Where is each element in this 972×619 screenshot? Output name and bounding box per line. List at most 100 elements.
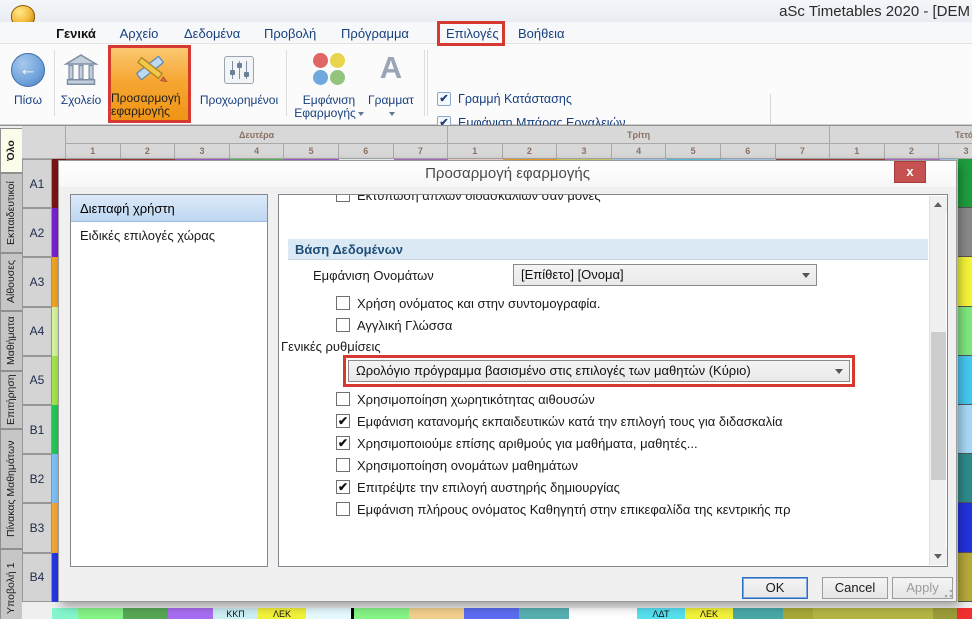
- timetable-cell[interactable]: [958, 553, 972, 602]
- day-header-Δευτέρα[interactable]: Δευτέρα: [66, 126, 448, 144]
- period-header[interactable]: 3: [557, 144, 612, 159]
- timetable-cell[interactable]: [123, 608, 168, 619]
- row-label-B2[interactable]: B2: [22, 454, 52, 503]
- period-header[interactable]: 5: [666, 144, 721, 159]
- timetable-cell[interactable]: [958, 454, 972, 503]
- separator: [286, 50, 287, 116]
- timetable-cell[interactable]: [52, 608, 78, 619]
- scrollbar[interactable]: [929, 196, 946, 565]
- timetable-cell[interactable]: [958, 503, 972, 552]
- row-label-B4[interactable]: B4: [22, 553, 52, 602]
- period-header[interactable]: 6: [721, 144, 776, 159]
- checkbox[interactable]: [336, 392, 350, 406]
- timetable-cell[interactable]: ΛΔΤ: [637, 608, 685, 619]
- period-header[interactable]: 6: [339, 144, 394, 159]
- row-label-A2[interactable]: A2: [22, 208, 52, 257]
- timetable-cell[interactable]: [783, 608, 813, 619]
- timetable-cell[interactable]: [733, 608, 783, 619]
- sidebar-tab-Όλο[interactable]: Όλο: [0, 128, 22, 173]
- day-header-Τετάρτη[interactable]: Τετάρτη: [830, 126, 972, 144]
- checkbox[interactable]: ✔: [336, 480, 350, 494]
- menu-item-Προβολή[interactable]: Προβολή: [258, 24, 318, 43]
- period-header[interactable]: 2: [503, 144, 558, 159]
- checkbox[interactable]: [336, 194, 350, 202]
- day-header-Τρίτη[interactable]: Τρίτη: [448, 126, 830, 144]
- row-label-A3[interactable]: A3: [22, 257, 52, 306]
- scroll-down-icon[interactable]: [930, 548, 947, 565]
- menu-item-Δεδομένα[interactable]: Δεδομένα: [178, 24, 244, 43]
- sidebar-tab-Εκπαιδευτικοί[interactable]: Εκπαιδευτικοί: [0, 173, 22, 253]
- ok-button[interactable]: OK: [742, 577, 808, 599]
- checkbox[interactable]: ✔: [437, 92, 451, 106]
- timetable-cell[interactable]: [958, 405, 972, 454]
- period-header[interactable]: 1: [448, 144, 503, 159]
- row-label-B1[interactable]: B1: [22, 405, 52, 454]
- row-label-A5[interactable]: A5: [22, 356, 52, 405]
- period-header[interactable]: 1: [66, 144, 121, 159]
- sidebar-tab-Υποβολή 1[interactable]: Υποβολή 1: [0, 549, 22, 619]
- timetable-cell[interactable]: [958, 257, 972, 306]
- timetable-cell[interactable]: ΛΕΚ: [685, 608, 733, 619]
- timetable-cell[interactable]: [78, 608, 123, 619]
- timetable-cell[interactable]: [306, 608, 351, 619]
- timetable-cell[interactable]: [957, 608, 972, 619]
- timetable-cell[interactable]: [168, 608, 213, 619]
- dialog-category-item[interactable]: Ειδικές επιλογές χώρας: [71, 222, 267, 249]
- timetable-cell[interactable]: [958, 208, 972, 257]
- timetable-cell[interactable]: [569, 608, 637, 619]
- timetable-cell[interactable]: [813, 608, 933, 619]
- checkbox[interactable]: [336, 318, 350, 332]
- back-button[interactable]: ← Πίσω: [6, 47, 50, 121]
- period-header[interactable]: 7: [394, 144, 449, 159]
- school-button[interactable]: Σχολείο: [56, 47, 106, 121]
- menu-item-Βοήθεια[interactable]: Βοήθεια: [512, 24, 568, 43]
- checkbox[interactable]: [336, 296, 350, 310]
- sidebar-tab-Επιτήρηση[interactable]: Επιτήρηση: [0, 371, 22, 429]
- dialog-category-list[interactable]: Διεπαφή χρήστηΕιδικές επιλογές χώρας: [70, 194, 268, 567]
- timetable-cell[interactable]: [958, 307, 972, 356]
- dialog-title-bar[interactable]: Προσαρμογή εφαρμογής x: [59, 161, 956, 187]
- scrollbar-thumb[interactable]: [931, 332, 946, 480]
- scroll-up-icon[interactable]: [930, 196, 947, 213]
- menu-item-Γενικά[interactable]: Γενικά: [50, 24, 102, 43]
- period-header[interactable]: 3: [175, 144, 230, 159]
- row-label-A1[interactable]: A1: [22, 159, 52, 208]
- row-label-B3[interactable]: B3: [22, 503, 52, 552]
- close-icon[interactable]: x: [894, 161, 926, 183]
- timetable-cell[interactable]: [958, 356, 972, 405]
- resize-grip[interactable]: [943, 588, 953, 598]
- period-header[interactable]: 5: [284, 144, 339, 159]
- checkbox[interactable]: [336, 502, 350, 516]
- menu-item-Πρόγραμμα[interactable]: Πρόγραμμα: [335, 24, 415, 43]
- timetable-cell[interactable]: ΛΕΚ: [258, 608, 306, 619]
- timetable-cell[interactable]: [354, 608, 409, 619]
- cancel-button[interactable]: Cancel: [822, 577, 888, 599]
- period-header[interactable]: 4: [612, 144, 667, 159]
- row-label-A4[interactable]: A4: [22, 307, 52, 356]
- sidebar-tab-Αίθουσες[interactable]: Αίθουσες: [0, 253, 22, 311]
- checkbox[interactable]: [336, 458, 350, 472]
- checkbox[interactable]: ✔: [336, 436, 350, 450]
- period-header[interactable]: 3: [939, 144, 972, 159]
- timetable-cell[interactable]: ΚΚΠ: [213, 608, 258, 619]
- advanced-button[interactable]: Προχωρημένοι: [194, 47, 284, 121]
- timetable-cell[interactable]: [958, 159, 972, 208]
- names-display-dropdown[interactable]: [Επίθετο] [Ονομα]: [513, 264, 817, 286]
- period-header[interactable]: 2: [885, 144, 940, 159]
- period-header[interactable]: 2: [121, 144, 176, 159]
- period-header[interactable]: 7: [776, 144, 831, 159]
- fonts-button[interactable]: A Γραμματ: [366, 47, 416, 121]
- timetable-cell[interactable]: [519, 608, 569, 619]
- sidebar-tab-Πίνακας Μαθημάτων[interactable]: Πίνακας Μαθημάτων: [0, 429, 22, 549]
- dialog-category-item[interactable]: Διεπαφή χρήστη: [71, 195, 267, 222]
- checkbox[interactable]: ✔: [336, 414, 350, 428]
- application-appearance-button[interactable]: Εμφάνιση Εφαρμογής: [292, 47, 366, 121]
- customize-application-button[interactable]: Προσαρμογή εφαρμογής: [108, 45, 191, 123]
- timetable-cell[interactable]: [409, 608, 464, 619]
- period-header[interactable]: 4: [230, 144, 285, 159]
- sidebar-tab-Μαθήματα[interactable]: Μαθήματα: [0, 311, 22, 371]
- period-header[interactable]: 1: [830, 144, 885, 159]
- timetable-cell[interactable]: [933, 608, 957, 619]
- menu-item-Αρχείο[interactable]: Αρχείο: [113, 24, 165, 43]
- timetable-cell[interactable]: [464, 608, 519, 619]
